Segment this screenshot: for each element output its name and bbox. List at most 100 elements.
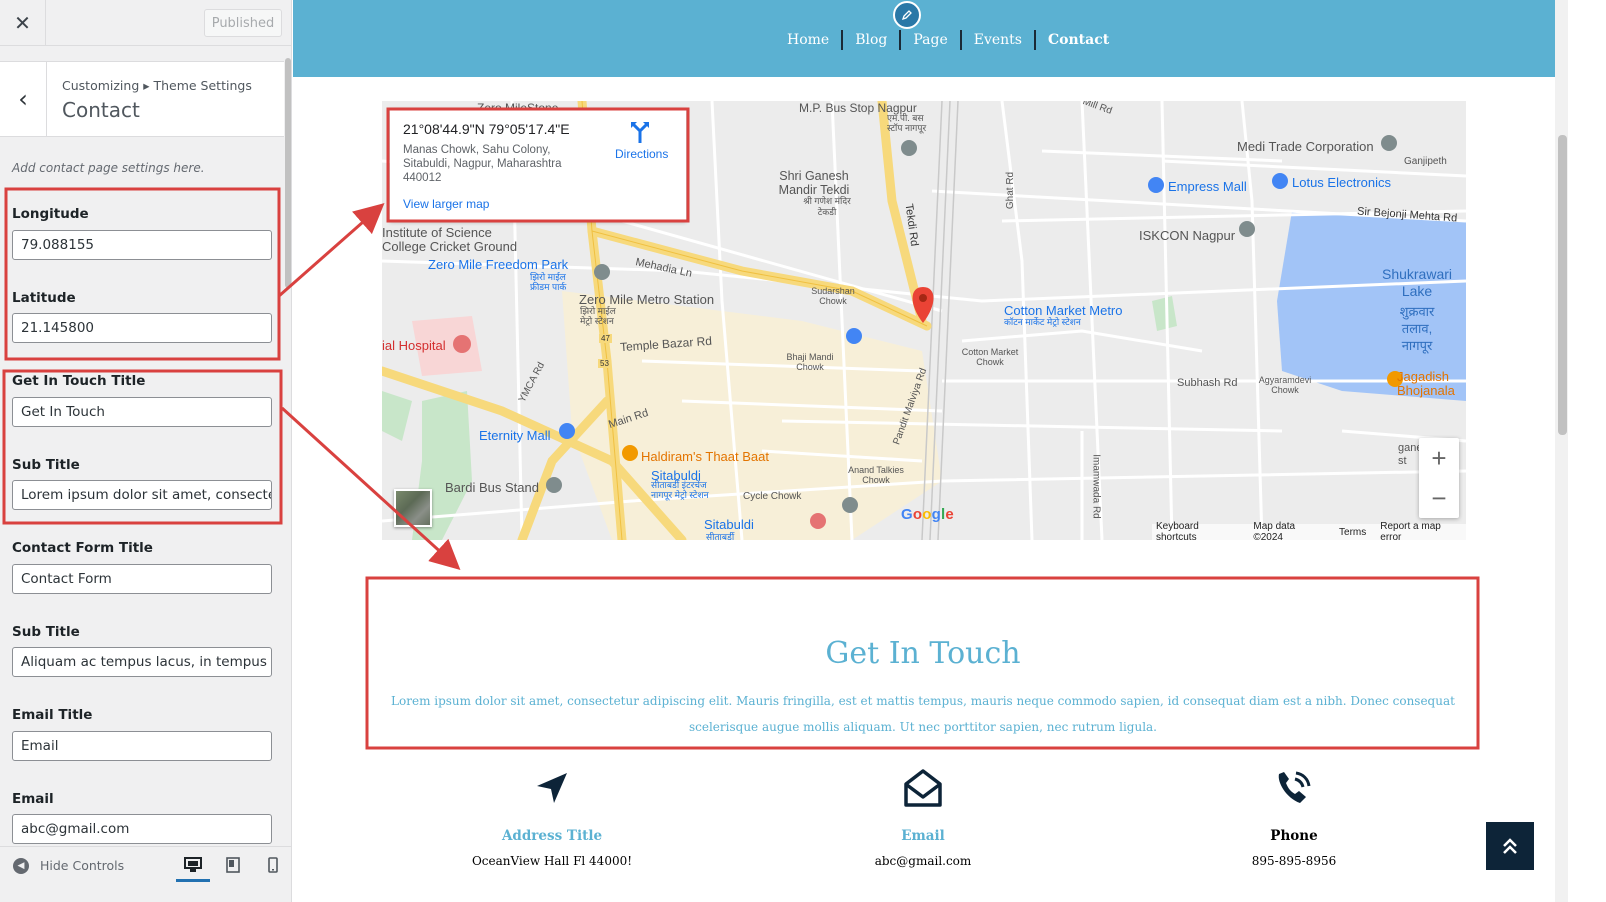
location-arrow-icon <box>402 766 702 810</box>
map-label: Shri Ganesh Mandir Tekdi <box>778 169 850 197</box>
map-label: Shukrawari Lake <box>1381 266 1453 299</box>
double-chevron-up-icon <box>1503 838 1517 854</box>
highway-shield: 47 <box>599 334 612 343</box>
contact-form-title-label: Contact Form Title <box>12 540 153 556</box>
map-label: Zero Mile Freedom Park <box>428 257 569 272</box>
tablet-preview-icon[interactable] <box>216 851 250 879</box>
email-title: Email <box>901 828 945 844</box>
scroll-to-top-button[interactable] <box>1486 822 1534 870</box>
google-map[interactable]: Zero MileStone M.P. Bus Stop Nagpur एम.प… <box>382 101 1466 540</box>
main-nav: Home Blog Page Events Contact <box>775 30 1121 50</box>
map-data-label: Map data ©2024 <box>1253 521 1296 540</box>
map-address: Manas Chowk, Sahu Colony, Sitabuldi, Nag… <box>403 144 562 184</box>
phone-volume-icon <box>1144 766 1444 810</box>
map-label: सीताबर्डी <box>706 532 735 540</box>
longitude-input[interactable]: 79.088155 <box>12 230 272 260</box>
map-label: Lotus Electronics <box>1292 175 1391 190</box>
map-label: Jagadish Bhojanala <box>1397 369 1455 398</box>
map-label: Bardi Bus Stand <box>445 480 539 495</box>
email-input[interactable]: abc@gmail.com <box>12 814 272 844</box>
edit-pencil-icon[interactable] <box>893 1 921 29</box>
map-label: Ganjipeth <box>1404 156 1447 167</box>
phone-block: Phone 895-895-8956 <box>1144 766 1444 868</box>
latitude-label: Latitude <box>12 290 76 306</box>
customizer-sidebar: ✕ Published ‹ Customizing ▸ Theme Settin… <box>0 0 292 902</box>
email-title-input[interactable]: Email <box>12 731 272 761</box>
email-title-label: Email Title <box>12 707 93 723</box>
longitude-label: Longitude <box>12 206 89 222</box>
customizer-topbar: ✕ Published <box>0 0 291 46</box>
contact-form-subtitle-label: Sub Title <box>12 624 80 640</box>
map-label: Subhash Rd <box>1177 377 1238 389</box>
section-header: ‹ Customizing ▸ Theme Settings Contact <box>0 61 284 137</box>
map-label: झिरो माईल फ्रीडम पार्क <box>530 272 567 292</box>
terms-link[interactable]: Terms <box>1339 527 1366 538</box>
map-info-card: 21°08'44.9"N 79°05'17.4"E Manas Chowk, S… <box>390 109 686 221</box>
map-label: सीताबर्डी इंटरचेंज नागपूर मेट्रो स्टेशन <box>651 480 709 500</box>
keyboard-shortcuts-link[interactable]: Keyboard shortcuts <box>1156 521 1239 540</box>
zoom-in-button[interactable]: + <box>1419 438 1459 478</box>
zoom-out-button[interactable]: − <box>1419 478 1459 518</box>
map-label: Anand Talkies Chowk <box>848 465 904 485</box>
directions-icon[interactable] <box>630 121 650 147</box>
nav-home[interactable]: Home <box>775 30 841 50</box>
phone-value: 895-895-8956 <box>1251 854 1337 868</box>
map-label: Ghat Rd <box>1005 171 1017 210</box>
envelope-open-icon <box>773 766 1073 810</box>
email-label: Email <box>12 791 54 807</box>
section-description: Add contact page settings here. <box>12 161 205 175</box>
sidebar-scroll-thumb[interactable] <box>285 58 291 288</box>
report-map-error-link[interactable]: Report a map error <box>1380 521 1462 540</box>
breadcrumb: Customizing ▸ Theme Settings <box>62 78 252 93</box>
satellite-toggle[interactable] <box>394 489 432 527</box>
contact-form-subtitle-input[interactable]: Aliquam ac tempus lacus, in tempus nisi <box>12 647 272 677</box>
desktop-preview-icon[interactable] <box>176 851 210 882</box>
get-in-touch-title-input[interactable]: Get In Touch <box>12 397 272 427</box>
map-label: Empress Mall <box>1168 179 1247 194</box>
address-title: Address Title <box>501 828 603 844</box>
map-label: एम.पी. बस स्टॉप नागपूर <box>887 113 927 133</box>
address-value: OceanView Hall Fl 44000! <box>471 854 633 868</box>
back-icon[interactable]: ‹ <box>0 62 47 136</box>
map-coordinates: 21°08'44.9"N 79°05'17.4"E <box>403 121 570 137</box>
collapse-icon[interactable]: ◀ <box>13 858 29 874</box>
directions-link[interactable]: Directions <box>615 147 668 161</box>
map-label: Zero Mile Metro Station <box>579 292 715 307</box>
get-in-touch-subtitle: Lorem ipsum dolor sit amet, consectetur … <box>391 694 1455 734</box>
phone-title: Phone <box>1270 828 1318 844</box>
hide-controls-button[interactable]: Hide Controls <box>40 858 124 873</box>
address-block: Address Title OceanView Hall Fl 44000! <box>402 766 702 868</box>
get-in-touch-title: Get In Touch <box>825 636 1021 671</box>
nav-events[interactable]: Events <box>962 30 1034 50</box>
map-label: कॉटन मार्केट मेट्रो स्टेशन <box>1004 317 1081 327</box>
map-label: Cycle Chowk <box>743 491 802 502</box>
map-label: Cotton Market Metro <box>1004 303 1123 318</box>
mobile-preview-icon[interactable] <box>256 851 290 879</box>
map-label: Medi Trade Corporation <box>1237 139 1374 154</box>
latitude-input[interactable]: 21.145800 <box>12 313 272 343</box>
site-preview: Home Blog Page Events Contact Zero MileS… <box>293 0 1606 902</box>
map-label: Haldiram's Thaat Baat <box>641 449 769 464</box>
published-button[interactable]: Published <box>204 9 282 37</box>
map-footer: Keyboard shortcuts Map data ©2024 Terms … <box>1152 521 1466 540</box>
nav-contact[interactable]: Contact <box>1036 30 1121 50</box>
site-header: Home Blog Page Events Contact <box>293 0 1555 77</box>
map-label: झिरो माईल मेट्रो स्टेशन <box>580 306 616 326</box>
get-in-touch-subtitle-input[interactable]: Lorem ipsum dolor sit amet, consectetur <box>12 480 272 510</box>
preview-scroll-thumb[interactable] <box>1558 135 1567 435</box>
map-label: Imamwada Rd <box>1090 454 1102 519</box>
view-larger-map-link[interactable]: View larger map <box>403 197 489 211</box>
nav-page[interactable]: Page <box>901 30 959 50</box>
contact-form-title-input[interactable]: Contact Form <box>12 564 272 594</box>
map-label: Sudarshan Chowk <box>811 286 855 306</box>
nav-blog[interactable]: Blog <box>843 30 899 50</box>
close-icon[interactable]: ✕ <box>0 0 46 46</box>
map-label: शुक्रवार तलाव, नागपूर <box>1399 304 1435 353</box>
highway-shield: 53 <box>598 359 611 368</box>
map-label: ial Hospital <box>382 338 446 353</box>
map-label: Institute of Science College Cricket Gro… <box>382 225 518 254</box>
map-label: Agyaramdevi Chowk <box>1258 375 1312 395</box>
email-block: Email abc@gmail.com <box>773 766 1073 868</box>
email-value: abc@gmail.com <box>874 854 972 868</box>
get-in-touch-title-label: Get In Touch Title <box>12 373 146 389</box>
